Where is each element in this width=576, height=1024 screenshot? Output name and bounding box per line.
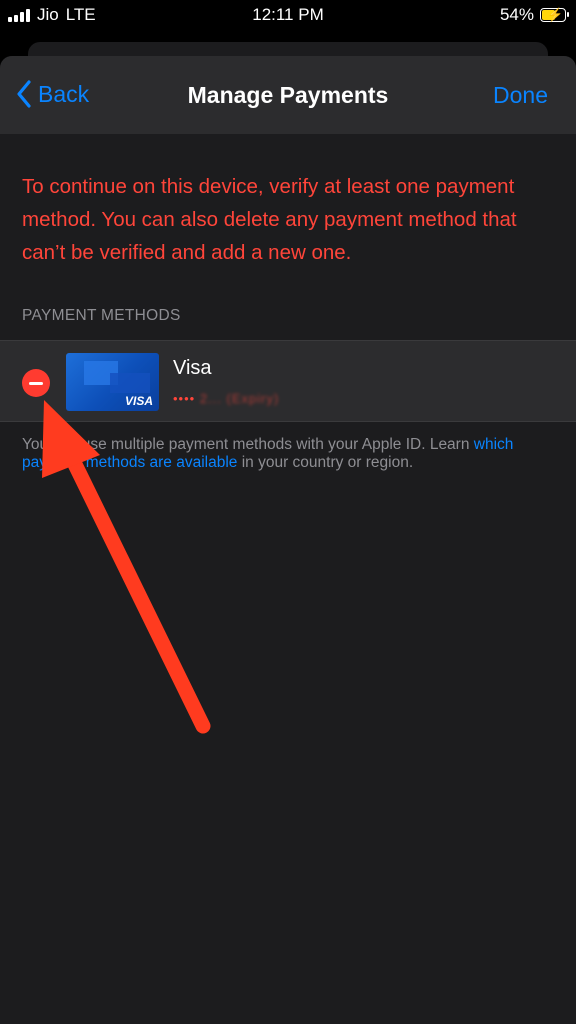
- footer-suffix: in your country or region.: [237, 454, 414, 471]
- verification-warning: To continue on this device, verify at le…: [22, 175, 517, 264]
- card-name: Visa: [173, 357, 212, 379]
- card-number-dots: ••••: [173, 391, 196, 406]
- status-time: 12:11 PM: [252, 5, 324, 24]
- status-bar: Jio LTE 12:11 PM 54% ⚡: [0, 0, 576, 30]
- footer-text: You can use multiple payment methods wit…: [22, 436, 536, 472]
- delete-payment-button[interactable]: [22, 369, 50, 397]
- minus-icon: [29, 381, 43, 385]
- footer-prefix: You can use multiple payment methods wit…: [22, 436, 474, 453]
- section-header: PAYMENT METHODS: [22, 307, 181, 324]
- manage-payments-sheet: Back Manage Payments Done To continue on…: [0, 56, 576, 1024]
- battery-icon: ⚡: [540, 7, 569, 22]
- status-right: 54% ⚡: [499, 5, 569, 25]
- page-title: Manage Payments: [187, 82, 389, 108]
- navigation-bar: Back Manage Payments Done: [0, 56, 576, 134]
- card-image: VISA: [66, 353, 159, 411]
- card-number: •••• 2... (Expiry): [173, 391, 279, 406]
- done-button[interactable]: Done: [493, 82, 548, 109]
- card-number-masked: 2... (Expiry): [199, 391, 280, 406]
- battery-percent: 54%: [499, 5, 534, 24]
- card-brand-logo: VISA: [124, 394, 153, 408]
- payment-method-row[interactable]: VISA Visa •••• 2... (Expiry): [0, 340, 576, 422]
